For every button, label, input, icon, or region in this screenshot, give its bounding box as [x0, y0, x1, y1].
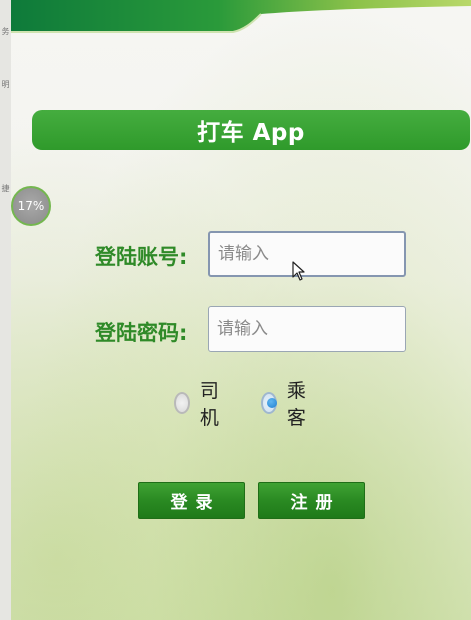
radio-dot-icon [267, 398, 277, 408]
account-input[interactable] [208, 231, 406, 277]
mouse-pointer-icon [292, 261, 305, 281]
progress-text: 17% [17, 199, 45, 213]
app-window: 打车 App 17% 登陆账号: 登陆密码: 司机 乘客 登录 注册 [11, 0, 471, 620]
register-button[interactable]: 注册 [258, 482, 365, 519]
side-strip-char: 捷 [1, 184, 10, 193]
radio-label-passenger: 乘客 [286, 380, 306, 429]
password-input[interactable] [208, 306, 406, 352]
radio-label-driver: 司机 [199, 380, 219, 429]
password-label: 登陆密码: [95, 321, 188, 345]
side-strip-char: 明 [1, 80, 10, 89]
progress-badge[interactable]: 17% [11, 186, 51, 226]
radio-checked-icon[interactable] [261, 392, 277, 414]
side-strip-char: 务 [1, 27, 10, 36]
login-button[interactable]: 登录 [138, 482, 245, 519]
app-title-bar: 打车 App [32, 110, 470, 150]
radio-option-driver[interactable]: 司机 [174, 380, 225, 429]
app-title: 打车 App [197, 120, 305, 146]
top-banner-decoration [11, 0, 471, 33]
radio-unchecked-icon[interactable] [174, 392, 190, 414]
radio-option-passenger[interactable]: 乘客 [261, 380, 312, 429]
account-label: 登陆账号: [95, 245, 188, 269]
